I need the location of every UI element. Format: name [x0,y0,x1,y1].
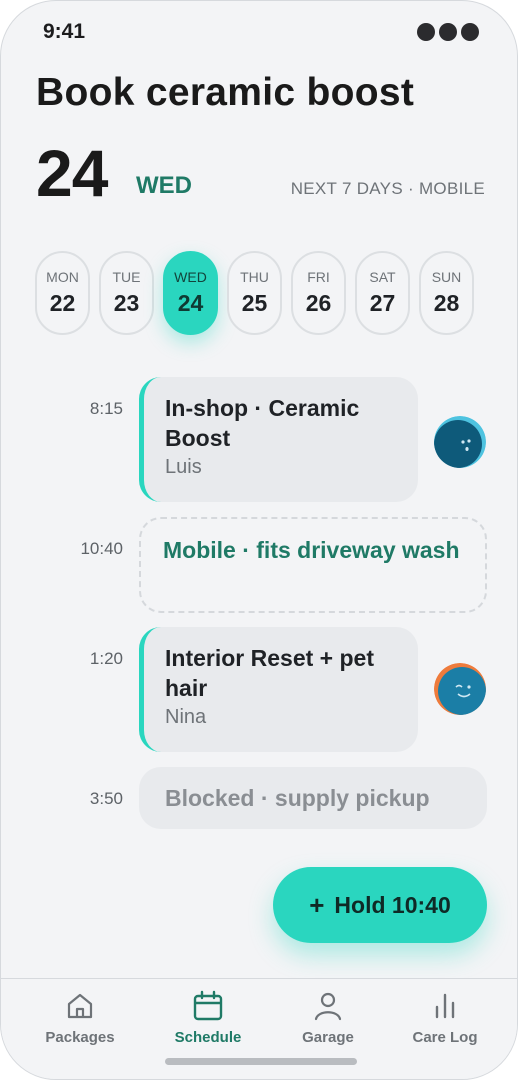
open-slot-card[interactable]: Mobile · fits driveway wash [139,517,487,613]
day-chip-sun[interactable]: SUN 28 [419,251,474,335]
appointment-staff: Luis [165,456,202,478]
day-picker: MON 22 TUE 23 WED 24 THU 25 FRI 26 SAT 2… [35,251,474,335]
phone-frame: 9:41 Book ceramic boost 24 WED NEXT 7 DA… [0,0,518,1080]
nav-item-packages[interactable]: Packages [25,989,135,1046]
day-date: 27 [369,290,396,316]
blocked-slot-title: Blocked · supply pickup [165,785,430,811]
slot-time: 10:40 [80,539,123,558]
day-chip-sat[interactable]: SAT 27 [355,251,410,335]
nav-label: Schedule [174,1029,242,1046]
day-name: SUN [431,269,462,285]
day-date: 24 [177,290,204,316]
day-name: SAT [369,269,396,285]
appointment-title: Interior Reset + pet hair [165,645,374,701]
day-chip-wed[interactable]: WED 24 [163,251,218,335]
day-date: 26 [305,290,332,316]
day-chip-thu[interactable]: THU 25 [227,251,282,335]
nav-label: Care Log [412,1029,478,1046]
day-date: 25 [241,290,268,316]
day-date: 23 [113,290,140,316]
range-label: NEXT 7 DAYS · MOBILE [290,179,485,198]
day-date: 28 [433,290,460,316]
slot-time: 3:50 [89,789,123,808]
plus-icon: + [309,889,325,920]
day-chip-fri[interactable]: FRI 26 [291,251,346,335]
day-name: THU [240,269,269,285]
day-chip-mon[interactable]: MON 22 [35,251,90,335]
blocked-slot-card[interactable]: Blocked · supply pickup [139,767,487,829]
home-indicator [165,1058,357,1065]
appointment-title: In-shop · Ceramic Boost [165,395,360,451]
appointment-card[interactable]: In-shop · Ceramic Boost Luis [139,377,418,502]
status-indicators-icon [417,23,479,41]
nav-label: Garage [302,1029,354,1046]
calendar-icon [193,990,223,1021]
day-name: MON [46,269,79,285]
appointment-card[interactable]: Interior Reset + pet hair Nina [139,627,418,752]
bar-chart-icon [435,993,455,1019]
hold-slot-label: Hold 10:40 [334,891,451,918]
nav-label: Packages [45,1029,115,1046]
person-icon [314,992,342,1021]
open-slot-title: Mobile · fits driveway wash [163,537,460,563]
avatar-nina[interactable] [434,663,486,715]
avatar-luis[interactable] [434,416,486,468]
slot-time: 8:15 [89,399,123,418]
slot-time: 1:20 [89,649,123,668]
home-icon [67,993,93,1019]
nav-item-care-log[interactable]: Care Log [390,989,500,1046]
nav-item-garage[interactable]: Garage [273,989,383,1046]
day-date: 22 [49,290,76,316]
status-time: 9:41 [43,20,86,43]
page-title: Book ceramic boost [36,71,415,114]
selected-weekday: WED [136,172,192,199]
selected-day-number: 24 [36,136,108,210]
day-chip-tue[interactable]: TUE 23 [99,251,154,335]
day-name: WED [174,269,207,285]
hold-slot-button[interactable]: + Hold 10:40 [273,867,487,943]
day-name: TUE [112,269,141,285]
nav-item-schedule[interactable]: Schedule [153,989,263,1046]
appointment-staff: Nina [165,706,207,728]
day-name: FRI [307,269,330,285]
